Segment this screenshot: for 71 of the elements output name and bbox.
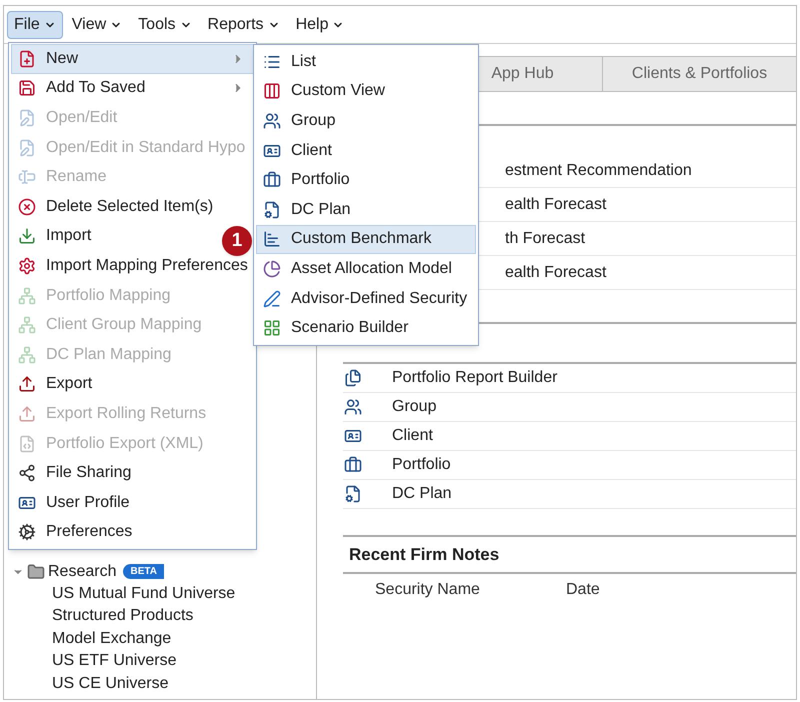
quick-start-link[interactable]: Portfolio: [392, 453, 451, 477]
gears-icon: [18, 523, 36, 542]
menu-bar-item[interactable]: Tools: [131, 10, 199, 38]
people-icon: [263, 112, 281, 130]
menu-item[interactable]: User Profile: [11, 488, 139, 518]
menu-item[interactable]: Delete Selected Item(s): [11, 192, 222, 222]
menu-item[interactable]: Asset Allocation Model: [256, 254, 476, 284]
gear-icon: [18, 256, 36, 275]
quick-start-link[interactable]: Group: [392, 395, 436, 419]
share-icon: [18, 464, 36, 482]
report-row-text[interactable]: th Forecast: [505, 226, 586, 250]
upload-icon: [18, 375, 36, 394]
menu-bar-item[interactable]: Reports: [200, 10, 287, 38]
file-edit-icon: [18, 138, 36, 157]
files-icon: [344, 369, 362, 387]
file-plus-icon: [18, 50, 36, 68]
tree-item[interactable]: Research: [48, 560, 116, 584]
mapping-icon: [18, 286, 36, 305]
menu-item[interactable]: Export: [11, 370, 102, 400]
grid-icon: [263, 319, 281, 338]
menu-item[interactable]: Portfolio: [256, 165, 476, 195]
tree-item[interactable]: US CE Universe: [12, 672, 316, 695]
chart-icon: [263, 230, 281, 248]
xml-upload-icon: [18, 434, 36, 453]
save-icon: [18, 79, 36, 98]
menu-item[interactable]: File Sharing: [11, 458, 140, 488]
pen-icon: [263, 290, 281, 308]
upload-icon: [18, 404, 36, 423]
mapping-icon: [18, 346, 36, 364]
delete-icon: [18, 198, 36, 216]
quick-start-link[interactable]: DC Plan: [392, 482, 452, 506]
columns-icon: [263, 82, 281, 100]
report-row-text[interactable]: ealth Forecast: [505, 192, 606, 216]
beta-badge: BETA: [123, 564, 164, 579]
briefcase-icon: [344, 456, 362, 474]
column-header[interactable]: Security Name: [375, 578, 566, 602]
tree-item[interactable]: Model Exchange: [12, 628, 316, 650]
menu-item[interactable]: DC Plan: [256, 194, 476, 225]
tree-item[interactable]: US Mutual Fund Universe: [12, 582, 316, 605]
report-row-text[interactable]: estment Recommendation: [505, 158, 692, 182]
people-icon: [344, 398, 362, 416]
menu-bar-item[interactable]: File: [7, 10, 63, 38]
menu-item[interactable]: Custom Benchmark: [256, 224, 476, 254]
menu-bar-item[interactable]: Help: [288, 10, 352, 38]
menu-bar-item[interactable]: View: [64, 10, 130, 38]
menu-item[interactable]: New: [11, 44, 254, 74]
menu-item[interactable]: Group: [256, 106, 476, 136]
column-header[interactable]: Date: [566, 578, 600, 602]
quick-start-link[interactable]: Client: [392, 424, 433, 448]
tree-item[interactable]: Structured Products: [12, 605, 316, 628]
file-edit-icon: [18, 108, 36, 127]
tab[interactable]: Clients & Portfolios: [602, 56, 796, 91]
briefcase-icon: [263, 171, 281, 190]
mapping-icon: [18, 316, 36, 334]
download-icon: [18, 227, 36, 246]
folder-icon: [27, 562, 45, 580]
id-card-icon: [344, 427, 362, 445]
tree-item[interactable]: US ETF Universe: [12, 650, 316, 672]
report-row-text[interactable]: ealth Forecast: [505, 260, 606, 284]
pie-chart-icon: [263, 260, 281, 278]
menu-item[interactable]: Preferences: [11, 518, 142, 548]
menu-item[interactable]: Add To Saved: [11, 74, 254, 104]
rename-icon: [18, 168, 36, 186]
section-heading: Recent Firm Notes: [349, 544, 500, 566]
quick-start-link[interactable]: Portfolio Report Builder: [392, 366, 558, 390]
menu-item[interactable]: Scenario Builder: [256, 313, 476, 343]
document-gear-icon: [263, 200, 281, 219]
menu-item[interactable]: Advisor-Defined Security: [256, 284, 476, 314]
document-gear-icon: [344, 485, 362, 503]
menu-item[interactable]: Client: [256, 136, 476, 166]
menu-item[interactable]: Import: [11, 222, 100, 252]
